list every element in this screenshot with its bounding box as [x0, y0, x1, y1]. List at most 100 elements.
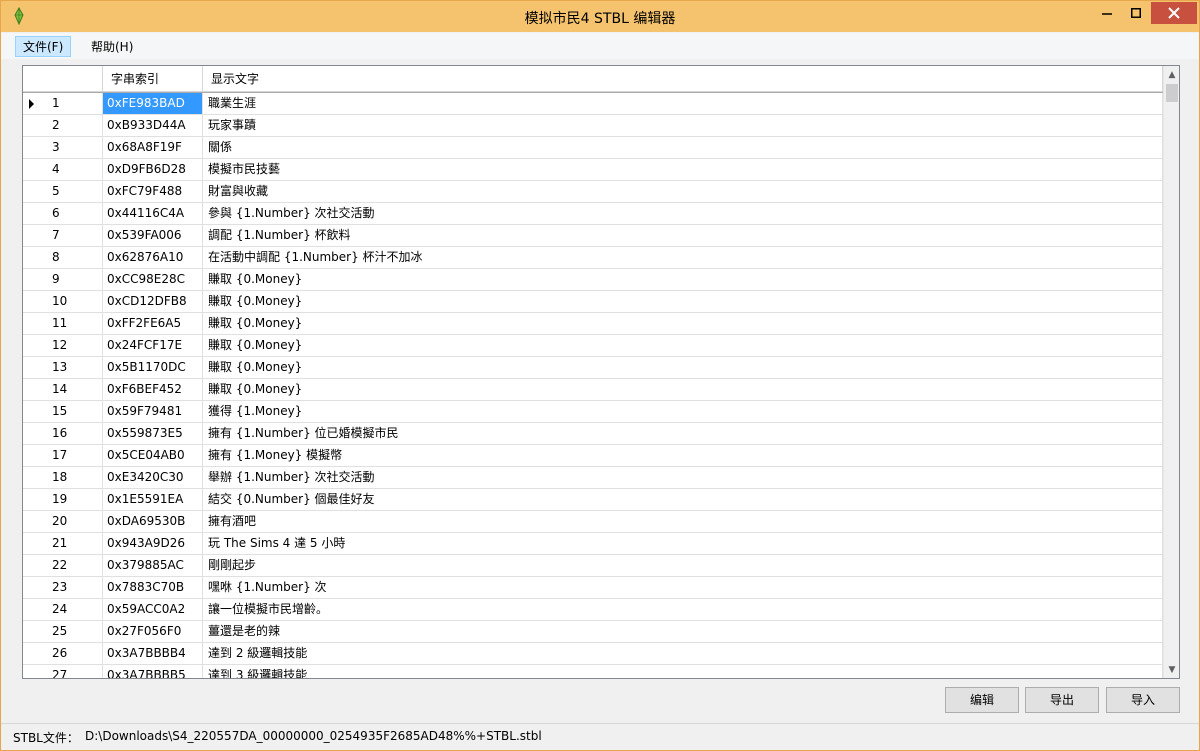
display-text-cell[interactable]: 結交 {0.Number} 個最佳好友	[203, 489, 1163, 511]
string-key-cell[interactable]: 0xF6BEF452	[103, 379, 203, 401]
string-key-cell[interactable]: 0x44116C4A	[103, 203, 203, 225]
table-row[interactable]: 8 0x62876A10 在活動中調配 {1.Number} 杯汁不加冰	[23, 247, 1163, 269]
table-row[interactable]: 25 0x27F056F0 薑還是老的辣	[23, 621, 1163, 643]
display-text-cell[interactable]: 玩家事蹟	[203, 115, 1163, 137]
column-header-text[interactable]: 显示文字	[203, 66, 1163, 92]
string-key-cell[interactable]: 0x27F056F0	[103, 621, 203, 643]
string-key-cell[interactable]: 0xFF2FE6A5	[103, 313, 203, 335]
row-number[interactable]: 9	[23, 269, 103, 291]
row-number[interactable]: 24	[23, 599, 103, 621]
table-row[interactable]: 2 0xB933D44A 玩家事蹟	[23, 115, 1163, 137]
table-row[interactable]: 16 0x559873E5 擁有 {1.Number} 位已婚模擬市民	[23, 423, 1163, 445]
row-number[interactable]: 18	[23, 467, 103, 489]
display-text-cell[interactable]: 關係	[203, 137, 1163, 159]
row-number[interactable]: 7	[23, 225, 103, 247]
display-text-cell[interactable]: 賺取 {0.Money}	[203, 291, 1163, 313]
string-key-cell[interactable]: 0xCC98E28C	[103, 269, 203, 291]
table-row[interactable]: 15 0x59F79481 獲得 {1.Money}	[23, 401, 1163, 423]
row-number[interactable]: 12	[23, 335, 103, 357]
column-header-key[interactable]: 字串索引	[103, 66, 203, 92]
string-key-cell[interactable]: 0xDA69530B	[103, 511, 203, 533]
string-key-cell[interactable]: 0x3A7BBBB5	[103, 665, 203, 678]
row-header-corner[interactable]	[23, 66, 103, 92]
display-text-cell[interactable]: 達到 3 級邏輯技能	[203, 665, 1163, 678]
table-row[interactable]: 14 0xF6BEF452 賺取 {0.Money}	[23, 379, 1163, 401]
edit-button[interactable]: 编辑	[945, 687, 1019, 713]
string-key-cell[interactable]: 0x539FA006	[103, 225, 203, 247]
display-text-cell[interactable]: 賺取 {0.Money}	[203, 313, 1163, 335]
table-row[interactable]: 22 0x379885AC 剛剛起步	[23, 555, 1163, 577]
table-row[interactable]: 27 0x3A7BBBB5 達到 3 級邏輯技能	[23, 665, 1163, 678]
row-number[interactable]: 10	[23, 291, 103, 313]
row-number[interactable]: 6	[23, 203, 103, 225]
close-button[interactable]	[1151, 2, 1197, 24]
table-row[interactable]: 4 0xD9FB6D28 模擬市民技藝	[23, 159, 1163, 181]
table-row[interactable]: 19 0x1E5591EA 結交 {0.Number} 個最佳好友	[23, 489, 1163, 511]
display-text-cell[interactable]: 賺取 {0.Money}	[203, 335, 1163, 357]
table-row[interactable]: 6 0x44116C4A 參與 {1.Number} 次社交活動	[23, 203, 1163, 225]
display-text-cell[interactable]: 財富與收藏	[203, 181, 1163, 203]
string-key-cell[interactable]: 0x68A8F19F	[103, 137, 203, 159]
display-text-cell[interactable]: 擁有 {1.Money} 模擬幣	[203, 445, 1163, 467]
display-text-cell[interactable]: 薑還是老的辣	[203, 621, 1163, 643]
string-key-cell[interactable]: 0x379885AC	[103, 555, 203, 577]
table-row[interactable]: 3 0x68A8F19F 關係	[23, 137, 1163, 159]
display-text-cell[interactable]: 職業生涯	[203, 93, 1163, 115]
row-number[interactable]: 21	[23, 533, 103, 555]
table-row[interactable]: 20 0xDA69530B 擁有酒吧	[23, 511, 1163, 533]
table-row[interactable]: 9 0xCC98E28C 賺取 {0.Money}	[23, 269, 1163, 291]
display-text-cell[interactable]: 賺取 {0.Money}	[203, 269, 1163, 291]
string-key-cell[interactable]: 0x3A7BBBB4	[103, 643, 203, 665]
string-key-cell[interactable]: 0xE3420C30	[103, 467, 203, 489]
table-row[interactable]: 12 0x24FCF17E 賺取 {0.Money}	[23, 335, 1163, 357]
string-table-grid[interactable]: 字串索引 显示文字 1 0xFE983BAD 職業生涯 2 0xB933D44A 玩家事蹟…	[22, 65, 1180, 679]
string-key-cell[interactable]: 0x5B1170DC	[103, 357, 203, 379]
display-text-cell[interactable]: 在活動中調配 {1.Number} 杯汁不加冰	[203, 247, 1163, 269]
import-button[interactable]: 导入	[1106, 687, 1180, 713]
row-number[interactable]: 1	[23, 93, 103, 115]
table-row[interactable]: 21 0x943A9D26 玩 The Sims 4 達 5 小時	[23, 533, 1163, 555]
display-text-cell[interactable]: 剛剛起步	[203, 555, 1163, 577]
maximize-button[interactable]	[1122, 2, 1150, 24]
table-row[interactable]: 11 0xFF2FE6A5 賺取 {0.Money}	[23, 313, 1163, 335]
display-text-cell[interactable]: 玩 The Sims 4 達 5 小時	[203, 533, 1163, 555]
string-key-cell[interactable]: 0xB933D44A	[103, 115, 203, 137]
string-key-cell[interactable]: 0xFE983BAD	[103, 93, 203, 115]
row-number[interactable]: 3	[23, 137, 103, 159]
row-number[interactable]: 14	[23, 379, 103, 401]
table-row[interactable]: 10 0xCD12DFB8 賺取 {0.Money}	[23, 291, 1163, 313]
string-key-cell[interactable]: 0xFC79F488	[103, 181, 203, 203]
display-text-cell[interactable]: 參與 {1.Number} 次社交活動	[203, 203, 1163, 225]
scroll-up-icon[interactable]: ▲	[1164, 66, 1179, 83]
row-number[interactable]: 15	[23, 401, 103, 423]
table-row[interactable]: 17 0x5CE04AB0 擁有 {1.Money} 模擬幣	[23, 445, 1163, 467]
table-row[interactable]: 5 0xFC79F488 財富與收藏	[23, 181, 1163, 203]
string-key-cell[interactable]: 0x7883C70B	[103, 577, 203, 599]
row-number[interactable]: 5	[23, 181, 103, 203]
string-key-cell[interactable]: 0x59F79481	[103, 401, 203, 423]
row-number[interactable]: 27	[23, 665, 103, 678]
row-number[interactable]: 17	[23, 445, 103, 467]
row-number[interactable]: 19	[23, 489, 103, 511]
table-row[interactable]: 23 0x7883C70B 嘿咻 {1.Number} 次	[23, 577, 1163, 599]
string-key-cell[interactable]: 0x62876A10	[103, 247, 203, 269]
string-key-cell[interactable]: 0x559873E5	[103, 423, 203, 445]
table-row[interactable]: 7 0x539FA006 調配 {1.Number} 杯飲料	[23, 225, 1163, 247]
string-key-cell[interactable]: 0xD9FB6D28	[103, 159, 203, 181]
string-key-cell[interactable]: 0xCD12DFB8	[103, 291, 203, 313]
row-number[interactable]: 25	[23, 621, 103, 643]
export-button[interactable]: 导出	[1025, 687, 1099, 713]
row-number[interactable]: 26	[23, 643, 103, 665]
string-key-cell[interactable]: 0x24FCF17E	[103, 335, 203, 357]
display-text-cell[interactable]: 調配 {1.Number} 杯飲料	[203, 225, 1163, 247]
row-number[interactable]: 2	[23, 115, 103, 137]
row-number[interactable]: 20	[23, 511, 103, 533]
display-text-cell[interactable]: 賺取 {0.Money}	[203, 357, 1163, 379]
minimize-button[interactable]	[1093, 2, 1121, 24]
display-text-cell[interactable]: 嘿咻 {1.Number} 次	[203, 577, 1163, 599]
display-text-cell[interactable]: 獲得 {1.Money}	[203, 401, 1163, 423]
table-row[interactable]: 26 0x3A7BBBB4 達到 2 級邏輯技能	[23, 643, 1163, 665]
table-row[interactable]: 24 0x59ACC0A2 讓一位模擬市民增齡。	[23, 599, 1163, 621]
table-row[interactable]: 1 0xFE983BAD 職業生涯	[23, 93, 1163, 115]
row-number[interactable]: 23	[23, 577, 103, 599]
